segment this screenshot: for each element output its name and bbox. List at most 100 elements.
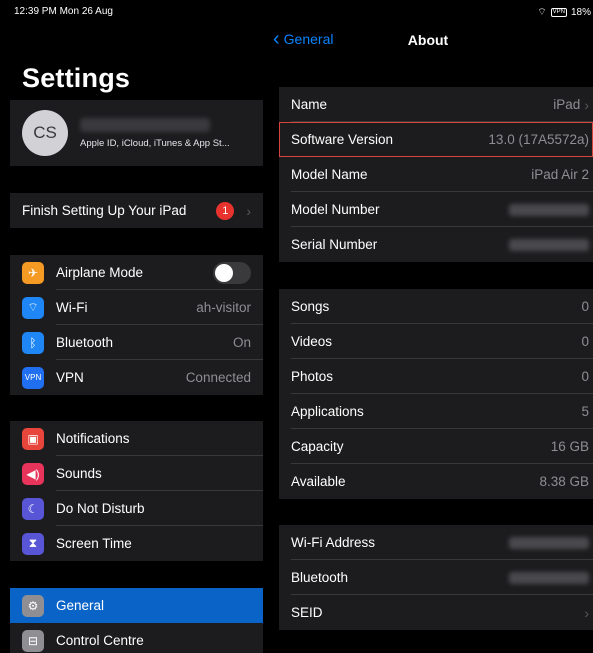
about-row-value: 13.0 (17A5572a) (488, 132, 589, 147)
about-network-group: Wi-Fi Address Bluetooth SEID › (279, 525, 593, 630)
about-row-label: Available (291, 474, 346, 489)
sidebar-item-label: VPN (56, 370, 84, 385)
vpn-status-icon: VPN (550, 8, 567, 17)
sidebar-item-general[interactable]: ⚙ General (10, 588, 263, 623)
sidebar-item-control-centre[interactable]: ⊟ Control Centre (10, 623, 263, 653)
sidebar-item-label: Bluetooth (56, 335, 114, 350)
notifications-icon: ▣ (22, 427, 44, 450)
sidebar-item-label: Wi-Fi (56, 300, 88, 315)
chevron-right-icon: › (246, 202, 251, 219)
about-row-model-name[interactable]: Model Name iPad Air 2 (279, 157, 593, 192)
sidebar-item-do-not-disturb[interactable]: ☾ Do Not Disturb (10, 491, 263, 526)
chevron-right-icon: › (584, 604, 589, 621)
sidebar-item-label: Sounds (56, 466, 102, 481)
about-row-serial-number[interactable]: Serial Number (279, 227, 593, 262)
apple-id-profile[interactable]: CS Apple ID, iCloud, iTunes & App St... (10, 100, 263, 166)
sidebar-item-notifications[interactable]: ▣ Notifications (10, 421, 263, 456)
sidebar-item-value: Connected (185, 370, 251, 385)
page-title: Settings (22, 63, 131, 93)
about-row-value: 16 GB (550, 439, 589, 454)
about-row-photos[interactable]: Photos 0 (279, 359, 593, 394)
about-row-label: Videos (291, 334, 333, 349)
about-row-label: Bluetooth (291, 570, 349, 585)
chevron-right-icon: › (584, 96, 589, 113)
about-row-label: Model Number (291, 202, 380, 217)
about-row-label: Photos (291, 369, 334, 384)
about-row-label: Name (291, 97, 328, 112)
about-row-value: 0 (581, 369, 589, 384)
sidebar-item-value: ah-visitor (196, 300, 251, 315)
sidebar-item-airplane-mode[interactable]: ✈ Airplane Mode (10, 255, 263, 290)
about-row-videos[interactable]: Videos 0 (279, 324, 593, 359)
nav-title: About (407, 32, 449, 48)
bluetooth-icon: ᛒ (22, 331, 44, 354)
about-panel: ⌔ VPN 18% ‹ General About Name iPad › Softw… (263, 0, 593, 653)
wifi-icon: ⌔ (22, 296, 44, 319)
about-device-group: Name iPad › Software Version 13.0 (17A5572a)… (279, 87, 593, 262)
notification-badge: 1 (216, 201, 235, 220)
sidebar-item-value: On (232, 335, 251, 350)
about-row-capacity[interactable]: Capacity 16 GB (279, 429, 593, 464)
avatar: CS (22, 110, 68, 156)
about-row-applications[interactable]: Applications 5 (279, 394, 593, 429)
about-row-value: iPad Air 2 (531, 167, 589, 182)
redacted-value (509, 238, 589, 251)
settings-sidebar: 12:39 PM Mon 26 Aug Settings CS Apple ID… (10, 0, 263, 653)
about-row-label: Capacity (291, 439, 344, 454)
alerts-group: ▣ Notifications ◀) Sounds ☾ Do Not Disturb ⧗ Sc… (10, 421, 263, 561)
about-row-label: Wi-Fi Address (291, 535, 376, 550)
about-row-label: Songs (291, 299, 330, 314)
about-media-group: Songs 0 Videos 0 Photos 0 Applications 5 Capacit… (279, 289, 593, 499)
gear-icon: ⚙ (22, 594, 44, 617)
wifi-status-icon: ⌔ (537, 7, 547, 18)
profile-name-redacted (80, 117, 210, 132)
about-row-value: iPad (553, 97, 581, 112)
about-row-seid[interactable]: SEID › (279, 595, 593, 630)
about-row-label: Applications (291, 404, 364, 419)
finish-setup-label: Finish Setting Up Your iPad (22, 203, 187, 218)
network-group: ✈ Airplane Mode ⌔ Wi-Fi ah-visitor ᛒ Bluetooth… (10, 255, 263, 395)
sidebar-item-sounds[interactable]: ◀) Sounds (10, 456, 263, 491)
about-row-value: 5 (581, 404, 589, 419)
about-row-name[interactable]: Name iPad › (279, 87, 593, 122)
hourglass-icon: ⧗ (22, 532, 44, 555)
toggle-knob (215, 263, 233, 282)
sidebar-item-wi-fi[interactable]: ⌔ Wi-Fi ah-visitor (10, 290, 263, 325)
control-centre-icon: ⊟ (22, 629, 44, 652)
finish-setup-row[interactable]: Finish Setting Up Your iPad 1 › (10, 193, 263, 228)
about-row-available[interactable]: Available 8.38 GB (279, 464, 593, 499)
about-row-value: 0 (581, 334, 589, 349)
about-row-value: 0 (581, 299, 589, 314)
about-row-model-number[interactable]: Model Number (279, 192, 593, 227)
sounds-icon: ◀) (22, 462, 44, 485)
sidebar-item-bluetooth[interactable]: ᛒ Bluetooth On (10, 325, 263, 360)
about-row-label: Serial Number (291, 237, 378, 252)
about-row-label: SEID (291, 605, 323, 620)
airplane-mode-toggle[interactable] (213, 261, 251, 284)
redacted-value (509, 536, 589, 549)
redacted-value (509, 203, 589, 216)
about-row-songs[interactable]: Songs 0 (279, 289, 593, 324)
moon-icon: ☾ (22, 497, 44, 520)
battery-percent: 18% (570, 7, 591, 18)
sidebar-item-label: General (56, 598, 105, 613)
about-row-value: 8.38 GB (539, 474, 589, 489)
sidebar-item-screen-time[interactable]: ⧗ Screen Time (10, 526, 263, 561)
airplane-icon: ✈ (22, 261, 44, 284)
about-row-label: Software Version (291, 132, 394, 147)
sidebar-item-label: Screen Time (56, 536, 132, 551)
about-row-label: Model Name (291, 167, 368, 182)
status-time-date: 12:39 PM Mon 26 Aug (14, 6, 113, 17)
vpn-icon: VPN (22, 366, 44, 389)
sidebar-item-label: Airplane Mode (56, 265, 144, 280)
profile-subtitle: Apple ID, iCloud, iTunes & App St... (80, 137, 230, 149)
redacted-value (509, 571, 589, 584)
general-group: ⚙ General ⊟ Control Centre (10, 588, 263, 653)
sidebar-item-label: Notifications (56, 431, 130, 446)
about-row-wi-fi-address[interactable]: Wi-Fi Address (279, 525, 593, 560)
about-row-software-version[interactable]: Software Version 13.0 (17A5572a) (279, 122, 593, 157)
sidebar-item-label: Do Not Disturb (56, 501, 145, 516)
sidebar-item-label: Control Centre (56, 633, 144, 648)
sidebar-item-vpn[interactable]: VPN VPN Connected (10, 360, 263, 395)
about-row-bluetooth[interactable]: Bluetooth (279, 560, 593, 595)
